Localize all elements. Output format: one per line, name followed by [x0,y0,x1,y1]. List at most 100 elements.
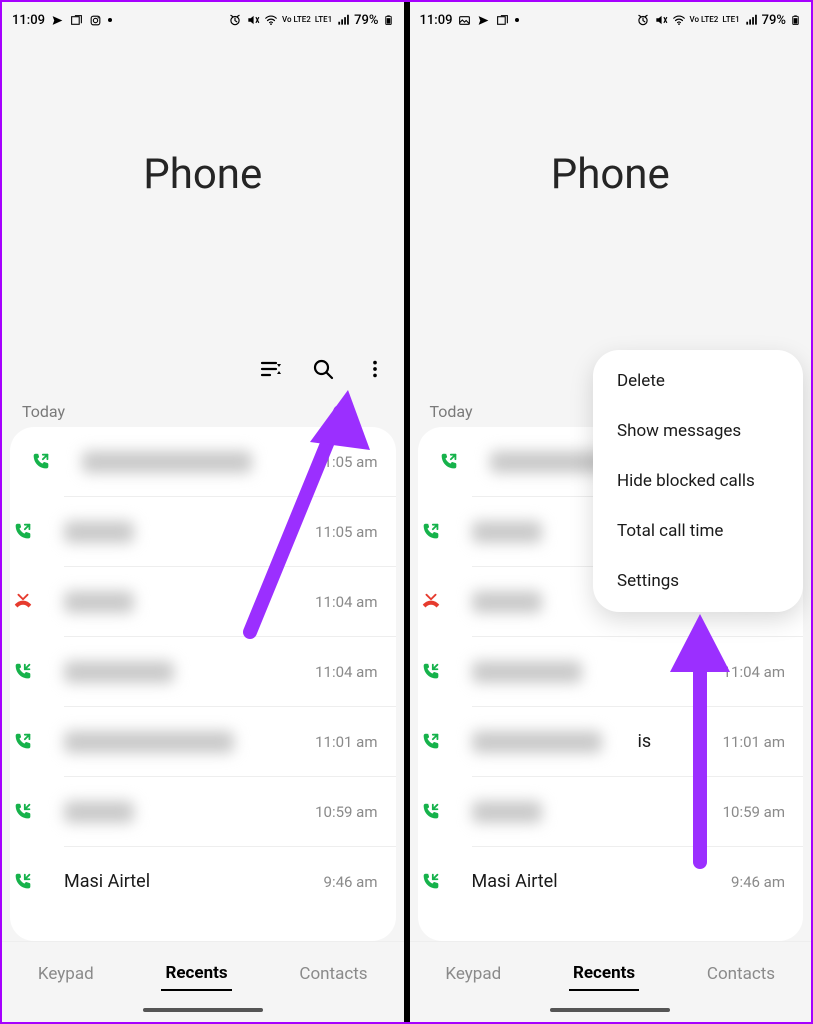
status-time: 11:09 [420,13,453,28]
call-time: 11:04 am [315,593,377,611]
call-outgoing-icon [30,451,52,473]
tab-keypad[interactable]: Keypad [34,958,98,990]
caller-name: Masi Airtel [64,871,324,892]
caller-name: Masi Airtel [472,871,732,892]
wifi-icon [672,13,686,27]
signal-icon [336,13,350,27]
battery-icon [383,13,394,27]
tab-recents[interactable]: Recents [161,957,231,991]
caller-name-blurred [472,661,582,683]
call-row[interactable]: 10:59 am [472,776,804,846]
gesture-bar [410,1006,812,1022]
call-outgoing-icon [12,521,34,543]
menu-hide-blocked[interactable]: Hide blocked calls [593,456,803,506]
menu-settings[interactable]: Settings [593,556,803,606]
call-row[interactable]: Masi Airtel 9:46 am [64,846,396,916]
bottom-nav: Keypad Recents Contacts [410,941,812,1006]
call-incoming-icon [420,871,442,893]
instagram-icon [89,14,102,27]
call-row[interactable]: 11:04 am [64,636,396,706]
caller-name-blurred [472,521,542,543]
call-row[interactable]: 11:04 am [472,636,804,706]
call-incoming-icon [12,871,34,893]
call-missed-icon [420,591,442,613]
call-time: 9:46 am [324,873,378,891]
call-list: 11:05 am 11:05 am 11:04 am 11:04 am [10,427,396,941]
bottom-nav: Keypad Recents Contacts [2,941,404,1006]
volte-label: Vo LTE2 [690,16,719,24]
menu-show-messages[interactable]: Show messages [593,406,803,456]
multiwindow-icon [70,14,83,27]
right-screenshot: 11:09 Vo LTE2 LTE1 79% Phone Today [410,2,812,1022]
call-time: 11:04 am [723,663,785,681]
caller-name-blurred [82,451,252,473]
toolbar [2,344,404,394]
call-time: 11:01 am [723,733,785,751]
caller-name-blurred [472,801,542,823]
call-incoming-icon [420,661,442,683]
volte-label: Vo LTE2 [282,16,311,24]
tab-keypad[interactable]: Keypad [441,958,505,990]
caller-name-blurred [64,661,174,683]
battery-pct: 79% [762,13,786,28]
call-time: 11:04 am [315,663,377,681]
tab-contacts[interactable]: Contacts [295,958,371,990]
signal-icon [744,13,758,27]
battery-icon [790,13,801,27]
filter-button[interactable] [258,356,284,382]
mute-icon [246,13,260,27]
menu-total-call-time[interactable]: Total call time [593,506,803,556]
call-row[interactable]: 11:04 am [64,566,396,636]
call-row[interactable]: 11:01 am [64,706,396,776]
gesture-bar [2,1006,404,1022]
call-row[interactable]: 11:05 am [64,496,396,566]
left-screenshot: 11:09 Vo LTE2 LTE1 79% Phone [2,2,404,1022]
call-row[interactable]: 10:59 am [64,776,396,846]
alarm-icon [636,13,650,27]
caller-name-partial: is [638,731,723,752]
alarm-icon [228,13,242,27]
call-row[interactable]: 11:05 am [10,427,396,496]
call-time: 10:59 am [723,803,785,821]
wifi-icon [264,13,278,27]
lte-label: LTE1 [315,16,332,24]
mute-icon [654,13,668,27]
battery-pct: 79% [354,13,378,28]
call-time: 11:01 am [315,733,377,751]
more-notifications-icon [108,18,112,22]
multiwindow-icon [496,14,509,27]
caller-name-blurred [472,591,542,613]
more-button[interactable] [362,356,388,382]
caller-name-blurred [472,731,602,753]
call-outgoing-icon [438,451,460,473]
tab-contacts[interactable]: Contacts [703,958,779,990]
search-button[interactable] [310,356,336,382]
page-title: Phone [2,34,404,344]
call-missed-icon [12,591,34,613]
status-time: 11:09 [12,13,45,28]
section-today: Today [2,394,404,427]
lte-label: LTE1 [722,16,739,24]
call-row[interactable]: is 11:01 am [472,706,804,776]
call-outgoing-icon [420,521,442,543]
gallery-icon [458,14,471,27]
telegram-icon [477,14,490,27]
overflow-menu: Delete Show messages Hide blocked calls … [593,350,803,612]
status-bar: 11:09 Vo LTE2 LTE1 79% [410,2,812,34]
tab-recents[interactable]: Recents [569,957,639,991]
call-incoming-icon [420,801,442,823]
call-row[interactable]: Masi Airtel 9:46 am [472,846,804,916]
call-incoming-icon [12,801,34,823]
call-outgoing-icon [420,731,442,753]
call-time: 11:05 am [315,453,377,471]
call-outgoing-icon [12,731,34,753]
caller-name-blurred [64,801,134,823]
telegram-icon [51,14,64,27]
call-incoming-icon [12,661,34,683]
call-time: 11:05 am [315,523,377,541]
page-title: Phone [410,34,812,344]
caller-name-blurred [64,521,134,543]
more-notifications-icon [515,18,519,22]
call-time: 9:46 am [731,873,785,891]
menu-delete[interactable]: Delete [593,356,803,406]
